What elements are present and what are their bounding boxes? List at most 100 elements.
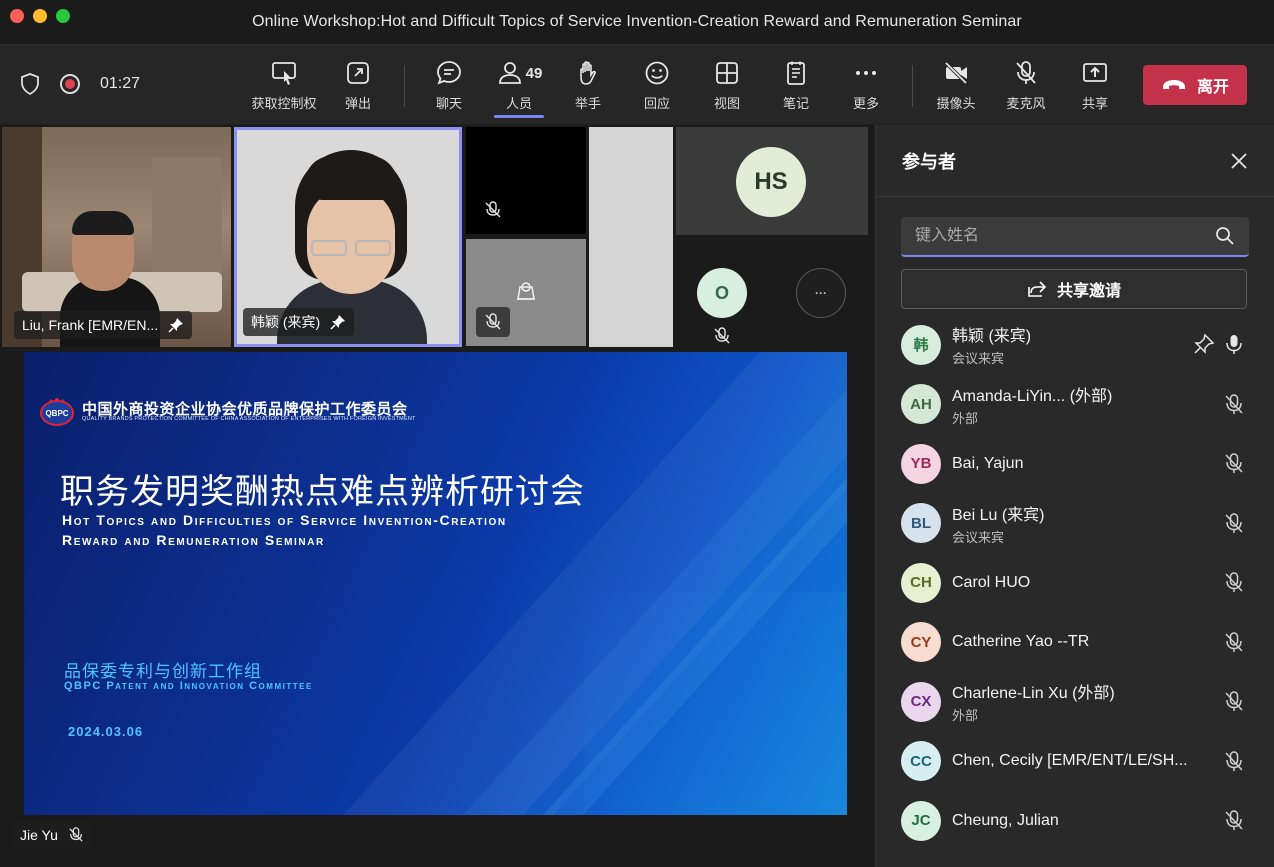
slide-organization-en: QUALITY BRANDS PROTECTION COMMITTEE OF C… [82, 416, 416, 422]
take-control-icon [272, 62, 296, 85]
toolbar-divider [912, 65, 913, 107]
more-icon [856, 71, 876, 75]
shared-screen-slide: QBPC 中国外商投资企业协会优质品牌保护工作委员会 QUALITY BRAND… [24, 352, 847, 815]
slide-title-en: Hot Topics and Difficulties of Service I… [62, 512, 507, 548]
pop-out-icon [347, 62, 369, 84]
avatar: CX [901, 681, 941, 722]
avatar-o[interactable]: O [697, 268, 747, 318]
people-button[interactable]: 49 人员 [484, 59, 554, 118]
zoom-window-button[interactable] [56, 9, 70, 23]
video-tile-frank[interactable]: Liu, Frank [EMR/EN... [2, 127, 231, 347]
participant-row[interactable]: CH Carol HUO [901, 553, 1251, 613]
title-bar: Online Workshop:Hot and Difficult Topics… [0, 0, 1274, 44]
mic-off-icon [1225, 750, 1243, 771]
avatar: CY [901, 622, 941, 663]
qbpc-logo: QBPC [40, 398, 74, 426]
pin-icon [168, 318, 184, 333]
mic-off-icon [1225, 691, 1243, 711]
pin-icon[interactable] [1193, 333, 1215, 355]
avatar: 韩 [901, 324, 941, 365]
participant-row[interactable]: YB Bai, Yajun [901, 434, 1251, 494]
avatar: CC [901, 741, 941, 782]
share-button[interactable]: 共享 [1060, 59, 1130, 115]
more-button[interactable]: 更多 [831, 59, 901, 115]
mic-off-icon [1225, 512, 1243, 533]
notes-button[interactable]: 笔记 [761, 59, 831, 115]
avatar: YB [901, 443, 941, 484]
video-tile-muted-black[interactable] [466, 127, 586, 234]
window-controls [10, 9, 70, 23]
video-tile-hanying[interactable]: 韩颖 (来宾) [234, 127, 462, 347]
shield-icon[interactable] [20, 73, 40, 95]
view-button[interactable]: 视图 [692, 59, 762, 115]
participant-name-tag: 韩颖 (来宾) [243, 308, 355, 336]
video-stage: Liu, Frank [EMR/EN... 韩颖 (来宾) HS O ··· Q… [0, 125, 874, 867]
take-control-button[interactable]: 获取控制权 [249, 59, 319, 115]
mic-off-icon [1016, 61, 1036, 84]
participant-list: 韩 韩颖 (来宾) 会议来宾 AH Amanda-LiYin... (外部) 外部 … [901, 315, 1251, 851]
svg-text:QBPC: QBPC [45, 409, 68, 418]
share-icon [1083, 63, 1107, 82]
video-tile-blank[interactable] [589, 127, 673, 347]
share-invite-icon [1028, 281, 1047, 297]
people-count: 49 [525, 64, 543, 82]
mic-on-icon [1226, 335, 1242, 354]
mic-off-icon [69, 827, 83, 842]
search-box [901, 217, 1249, 257]
mic-off-icon [1225, 393, 1243, 414]
microphone-button[interactable]: 麦克风 [991, 59, 1061, 115]
close-icon[interactable] [1230, 152, 1248, 170]
notes-icon [787, 61, 805, 85]
leave-button[interactable]: 离开 [1143, 65, 1247, 105]
share-invite-button[interactable]: 共享邀请 [901, 269, 1247, 309]
mic-off-icon [714, 327, 730, 344]
smile-icon [645, 61, 669, 85]
participant-row[interactable]: CC Chen, Cecily [EMR/ENT/LE/SH... [901, 732, 1251, 792]
slide-group-cn: 品保委专利与创新工作组 [64, 662, 262, 681]
close-window-button[interactable] [10, 9, 24, 23]
pop-out-button[interactable]: 弹出 [323, 59, 393, 115]
camera-placeholder-icon [517, 282, 535, 300]
participant-row[interactable]: CY Catherine Yao --TR [901, 613, 1251, 673]
raise-hand-button[interactable]: 举手 [553, 59, 623, 115]
mic-off-icon [1225, 453, 1243, 473]
slide-title-cn: 职务发明奖酬热点难点辨析研讨会 [60, 473, 585, 511]
participants-panel: 参与者 共享邀请 韩 韩颖 (来宾)会议来宾 AH Amanda-LiYin..… [875, 125, 1274, 867]
avatar: BL [901, 503, 941, 544]
hang-up-icon [1162, 80, 1185, 89]
avatar: CH [901, 562, 941, 603]
avatar-hs: HS [736, 147, 806, 217]
raise-hand-icon [580, 61, 596, 85]
search-icon[interactable] [1215, 226, 1235, 246]
participant-row[interactable]: CX Charlene-Lin Xu (外部) 外部 [901, 672, 1251, 732]
recording-icon [60, 74, 80, 94]
window-title: Online Workshop:Hot and Difficult Topics… [252, 13, 1022, 30]
participant-row[interactable]: JC Cheung, Julian [901, 791, 1251, 851]
mic-off-icon [485, 201, 501, 218]
search-input[interactable] [915, 227, 1195, 245]
chat-button[interactable]: 聊天 [414, 59, 484, 115]
chat-icon [437, 61, 461, 85]
pin-icon [330, 315, 346, 330]
video-tile-muted-gray[interactable] [466, 239, 586, 346]
participant-row[interactable]: AH Amanda-LiYin... (外部) 外部 [901, 375, 1251, 435]
mic-off-icon [485, 313, 501, 330]
participant-row[interactable]: BL Bei Lu (来宾) 会议来宾 [901, 494, 1251, 554]
mic-off-icon [1225, 810, 1243, 830]
avatar: JC [901, 800, 941, 841]
presenter-name-tag: Jie Yu [12, 821, 92, 849]
meeting-timer: 01:27 [100, 75, 141, 92]
camera-button[interactable]: 摄像头 [921, 59, 991, 115]
participant-row[interactable]: 韩 韩颖 (来宾) 会议来宾 [901, 315, 1251, 375]
mic-off-icon [1225, 631, 1243, 652]
more-participants-button[interactable]: ··· [796, 268, 846, 318]
slide-group-en: QBPC Patent and Innovation Committee [64, 680, 313, 692]
avatar: AH [901, 384, 941, 425]
camera-off-icon [944, 61, 968, 85]
toolbar-divider [404, 65, 405, 107]
mic-off-icon [1225, 572, 1243, 592]
slide-date: 2024.03.06 [68, 724, 144, 739]
minimize-window-button[interactable] [33, 9, 47, 23]
react-button[interactable]: 回应 [622, 59, 692, 115]
video-tile-hs[interactable]: HS [676, 127, 868, 235]
